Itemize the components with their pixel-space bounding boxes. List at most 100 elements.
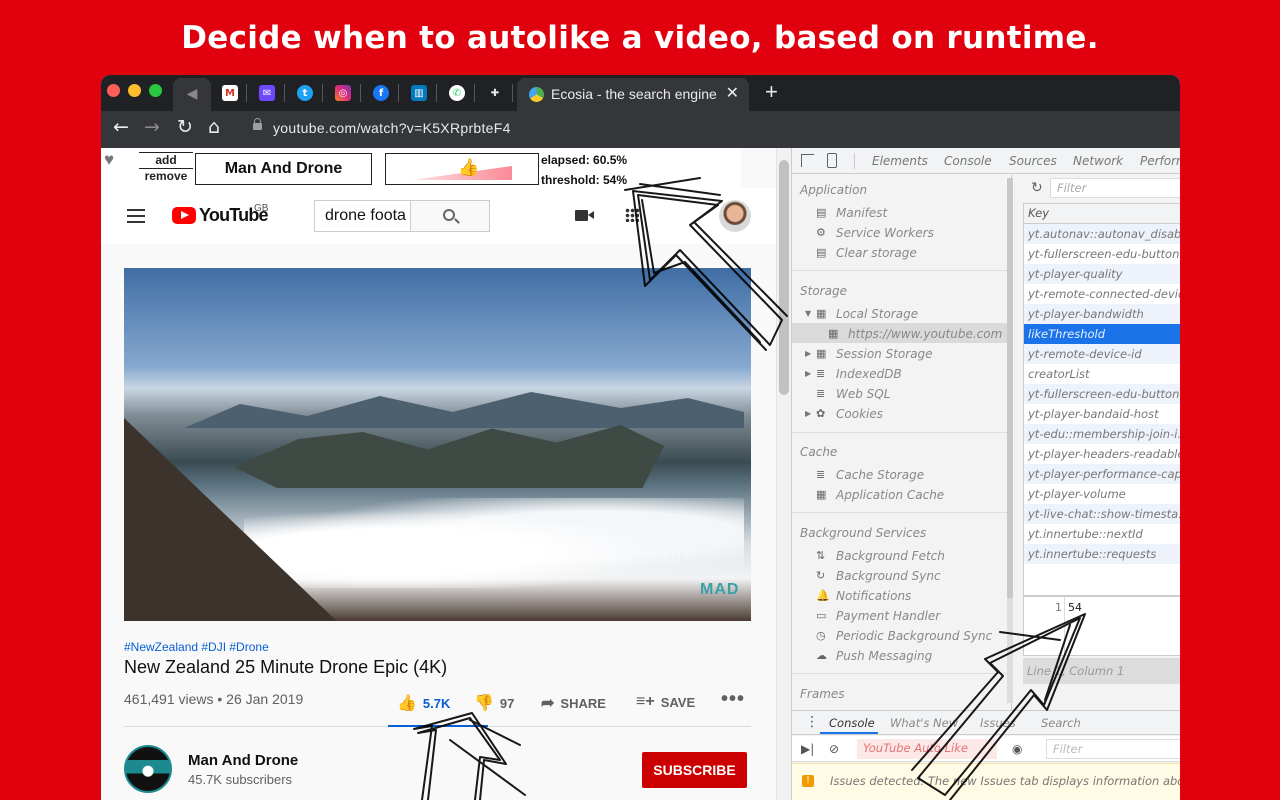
hashtags[interactable]: #NewZealand #DJI #Drone xyxy=(124,640,269,654)
sidebar-item-background-fetch[interactable]: Background Fetch xyxy=(836,549,945,563)
channel-avatar[interactable] xyxy=(124,745,172,793)
sidebar-item-indexeddb[interactable]: IndexedDB xyxy=(836,367,902,381)
kebab-menu-icon[interactable]: ⋮ xyxy=(805,714,819,730)
sidebar-item-notifications[interactable]: Notifications xyxy=(836,589,911,603)
new-tab-button[interactable]: + xyxy=(765,79,778,105)
sidebar-item-cookies[interactable]: Cookies xyxy=(836,407,883,421)
sidebar-item-payment-handler[interactable]: Payment Handler xyxy=(836,609,940,623)
storage-key-row[interactable]: yt-player-performance-cap xyxy=(1024,464,1180,484)
storage-key-row[interactable]: yt.innertube::requests xyxy=(1024,544,1180,564)
back-icon[interactable]: ← xyxy=(113,116,129,138)
search-button[interactable] xyxy=(410,200,490,232)
drawer-tab-console[interactable]: Console xyxy=(829,716,875,730)
eye-icon[interactable]: ◉ xyxy=(1012,742,1022,756)
storage-key-row[interactable]: creatorList xyxy=(1024,364,1180,384)
minimize-window-button[interactable] xyxy=(128,84,141,97)
storage-key-row[interactable]: likeThreshold xyxy=(1024,324,1180,344)
sidebar-toggle-icon[interactable]: ▶| xyxy=(801,742,814,756)
sidebar-item-application-cache[interactable]: Application Cache xyxy=(836,488,944,502)
storage-key-row[interactable]: yt-remote-connected-devic... xyxy=(1024,284,1180,304)
sidebar-item-manifest[interactable]: Manifest xyxy=(836,206,887,220)
storage-key-row[interactable]: yt-edu::membership-join-i... xyxy=(1024,424,1180,444)
sidebar-item-youtube-origin[interactable]: https://www.youtube.com xyxy=(848,327,1002,341)
drawer-tab-search[interactable]: Search xyxy=(1041,716,1081,730)
sidebar-scrollbar[interactable] xyxy=(1007,178,1013,703)
pinned-tab-extensions[interactable]: ✚ xyxy=(483,81,507,105)
address-bar[interactable]: youtube.com/watch?v=K5XRprbteF4 xyxy=(273,120,511,136)
sidebar-item-push-messaging[interactable]: Push Messaging xyxy=(836,649,932,663)
context-selector[interactable]: YouTube Auto Like xyxy=(857,739,997,759)
collapse-arrow-icon[interactable]: ▶ xyxy=(805,369,811,378)
subscribe-button[interactable]: SUBSCRIBE xyxy=(642,752,747,788)
close-window-button[interactable] xyxy=(107,84,120,97)
device-toggle-icon[interactable] xyxy=(827,153,837,168)
storage-key-row[interactable]: yt.innertube::nextId xyxy=(1024,524,1180,544)
reload-icon[interactable]: ↻ xyxy=(177,116,193,138)
menu-icon[interactable] xyxy=(127,209,145,223)
pinned-tab-facebook[interactable]: f xyxy=(369,81,393,105)
heart-icon[interactable]: ♥ xyxy=(104,150,114,170)
remove-creator-button[interactable]: remove xyxy=(139,168,193,183)
home-icon[interactable]: ⌂ xyxy=(208,116,220,138)
page-scrollbar[interactable] xyxy=(776,148,791,800)
sidebar-item-session-storage[interactable]: Session Storage xyxy=(836,347,933,361)
clear-console-icon[interactable]: ⊘ xyxy=(829,742,839,756)
pinned-tab-protonmail[interactable]: ✉ xyxy=(255,81,279,105)
tab-console[interactable]: Console xyxy=(944,154,992,168)
pinned-tab-twitter[interactable]: t xyxy=(293,81,317,105)
console-filter-input[interactable]: Filter xyxy=(1046,739,1180,759)
youtube-logo-icon[interactable] xyxy=(172,207,196,224)
refresh-icon[interactable]: ↻ xyxy=(1031,180,1043,196)
more-actions-icon[interactable]: ••• xyxy=(721,688,745,711)
pinned-tab-instagram[interactable]: ◎ xyxy=(331,81,355,105)
sidebar-item-clear-storage[interactable]: Clear storage xyxy=(836,246,917,260)
sidebar-item-cache-storage[interactable]: Cache Storage xyxy=(836,468,924,482)
maximize-window-button[interactable] xyxy=(149,84,162,97)
channel-name[interactable]: Man And Drone xyxy=(188,752,298,769)
collapse-arrow-icon[interactable]: ▶ xyxy=(805,409,811,418)
tab-sources[interactable]: Sources xyxy=(1009,154,1057,168)
storage-key-row[interactable]: yt-player-bandaid-host xyxy=(1024,404,1180,424)
add-creator-button[interactable]: add xyxy=(139,152,193,167)
sidebar-item-service-workers[interactable]: Service Workers xyxy=(836,226,934,240)
close-tab-icon[interactable]: ✕ xyxy=(726,83,739,103)
tab-elements[interactable]: Elements xyxy=(872,154,928,168)
storage-key-row[interactable]: yt-player-bandwidth xyxy=(1024,304,1180,324)
video-player[interactable]: COPYRIGHT MAD xyxy=(124,268,751,621)
creator-name-field[interactable]: Man And Drone xyxy=(195,153,372,185)
storage-key-row[interactable]: yt-remote-device-id xyxy=(1024,344,1180,364)
collapse-arrow-icon[interactable]: ▶ xyxy=(805,349,811,358)
storage-key-row[interactable]: yt.autonav::autonav_disabled xyxy=(1024,224,1180,244)
pinned-tab-gmail[interactable]: M xyxy=(218,81,242,105)
sidebar-item-local-storage[interactable]: Local Storage xyxy=(836,307,918,321)
pinned-tab-whatsapp[interactable]: ✆ xyxy=(445,81,469,105)
avatar[interactable] xyxy=(719,200,751,232)
tab-audio-muted[interactable]: ◀ xyxy=(173,78,211,111)
storage-key-row[interactable]: yt-live-chat::show-timesta... xyxy=(1024,504,1180,524)
save-button[interactable]: ≡+ SAVE xyxy=(636,693,695,711)
sidebar-item-periodic-sync[interactable]: Periodic Background Sync xyxy=(836,629,992,643)
value-editor[interactable]: 1 54 xyxy=(1023,596,1180,657)
drawer-tab-issues[interactable]: Issues xyxy=(980,716,1016,730)
inspect-icon[interactable] xyxy=(801,154,814,167)
tab-performance[interactable]: Perform xyxy=(1140,154,1180,168)
storage-key-row[interactable]: yt-fullerscreen-edu-button-... xyxy=(1024,384,1180,404)
storage-key-row[interactable]: yt-player-headers-readable xyxy=(1024,444,1180,464)
storage-key-row[interactable]: yt-fullerscreen-edu-button-... xyxy=(1024,244,1180,264)
sidebar-item-background-sync[interactable]: Background Sync xyxy=(836,569,941,583)
key-column-header[interactable]: Key xyxy=(1024,204,1180,224)
scrollbar-thumb[interactable] xyxy=(779,160,789,395)
create-video-icon[interactable] xyxy=(575,210,594,221)
expand-arrow-icon[interactable]: ▼ xyxy=(805,309,811,318)
tab-network[interactable]: Network xyxy=(1073,154,1123,168)
apps-grid-icon[interactable] xyxy=(625,208,639,222)
search-input[interactable]: drone foota xyxy=(314,200,410,232)
storage-filter-input[interactable]: Filter xyxy=(1050,178,1180,198)
tab-ecosia[interactable]: Ecosia - the search engine ✕ xyxy=(517,78,749,111)
share-button[interactable]: ➦ SHARE xyxy=(541,693,606,713)
storage-key-row[interactable]: yt-player-volume xyxy=(1024,484,1180,504)
forward-icon[interactable]: → xyxy=(144,116,160,138)
value-text[interactable]: 54 xyxy=(1068,601,1082,614)
drawer-tab-whats-new[interactable]: What's New xyxy=(890,716,958,730)
pinned-tab-trello[interactable]: ▥ xyxy=(407,81,431,105)
